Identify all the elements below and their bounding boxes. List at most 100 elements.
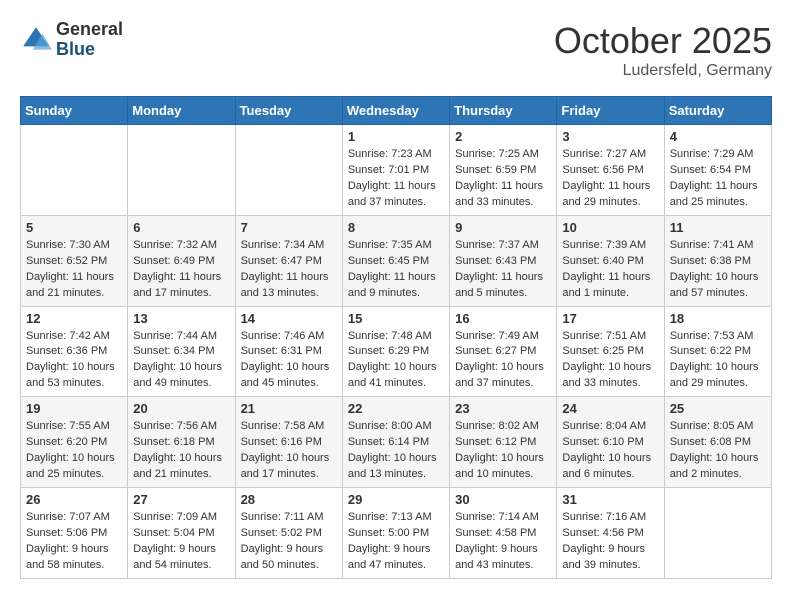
- calendar-cell: 13 Sunrise: 7:44 AM Sunset: 6:34 PM Dayli…: [128, 306, 235, 397]
- day-number: 14: [241, 311, 337, 326]
- calendar-week-row: 12 Sunrise: 7:42 AM Sunset: 6:36 PM Dayli…: [21, 306, 772, 397]
- day-info: Sunrise: 7:25 AM Sunset: 6:59 PM Dayligh…: [455, 147, 551, 211]
- day-number: 22: [348, 401, 444, 416]
- day-info: Sunrise: 7:11 AM Sunset: 5:02 PM Dayligh…: [241, 510, 337, 574]
- day-number: 6: [133, 220, 229, 235]
- day-info: Sunrise: 7:42 AM Sunset: 6:36 PM Dayligh…: [26, 329, 122, 393]
- day-info: Sunrise: 7:53 AM Sunset: 6:22 PM Dayligh…: [670, 329, 766, 393]
- day-info: Sunrise: 7:41 AM Sunset: 6:38 PM Dayligh…: [670, 238, 766, 302]
- day-number: 9: [455, 220, 551, 235]
- header-row: SundayMondayTuesdayWednesdayThursdayFrid…: [21, 97, 772, 125]
- day-number: 5: [26, 220, 122, 235]
- day-number: 24: [562, 401, 658, 416]
- month-title: October 2025: [554, 20, 772, 62]
- calendar-cell: [128, 125, 235, 216]
- calendar-cell: 17 Sunrise: 7:51 AM Sunset: 6:25 PM Dayli…: [557, 306, 664, 397]
- logo-icon: [20, 24, 52, 56]
- day-header: Wednesday: [342, 97, 449, 125]
- calendar-cell: 23 Sunrise: 8:02 AM Sunset: 6:12 PM Dayli…: [450, 397, 557, 488]
- calendar-cell: 6 Sunrise: 7:32 AM Sunset: 6:49 PM Daylig…: [128, 215, 235, 306]
- day-info: Sunrise: 7:14 AM Sunset: 4:58 PM Dayligh…: [455, 510, 551, 574]
- day-info: Sunrise: 7:32 AM Sunset: 6:49 PM Dayligh…: [133, 238, 229, 302]
- logo-general: General: [56, 20, 123, 40]
- day-header: Thursday: [450, 97, 557, 125]
- logo-blue: Blue: [56, 40, 123, 60]
- day-info: Sunrise: 8:04 AM Sunset: 6:10 PM Dayligh…: [562, 419, 658, 483]
- day-info: Sunrise: 7:48 AM Sunset: 6:29 PM Dayligh…: [348, 329, 444, 393]
- calendar-cell: 20Sunrise: 7:56 AM Sunset: 6:18 PM Dayli…: [128, 397, 235, 488]
- day-header: Friday: [557, 97, 664, 125]
- day-info: Sunrise: 7:29 AM Sunset: 6:54 PM Dayligh…: [670, 147, 766, 211]
- calendar-cell: 24 Sunrise: 8:04 AM Sunset: 6:10 PM Dayli…: [557, 397, 664, 488]
- day-number: 30: [455, 492, 551, 507]
- calendar-cell: 10Sunrise: 7:39 AM Sunset: 6:40 PM Dayli…: [557, 215, 664, 306]
- calendar-cell: 26Sunrise: 7:07 AM Sunset: 5:06 PM Dayli…: [21, 488, 128, 579]
- calendar-cell: 19 Sunrise: 7:55 AM Sunset: 6:20 PM Dayli…: [21, 397, 128, 488]
- logo: General Blue: [20, 20, 123, 60]
- calendar-week-row: 5 Sunrise: 7:30 AM Sunset: 6:52 PM Daylig…: [21, 215, 772, 306]
- calendar-cell: 4 Sunrise: 7:29 AM Sunset: 6:54 PM Daylig…: [664, 125, 771, 216]
- day-number: 23: [455, 401, 551, 416]
- day-header: Tuesday: [235, 97, 342, 125]
- calendar-cell: 7 Sunrise: 7:34 AM Sunset: 6:47 PM Daylig…: [235, 215, 342, 306]
- day-info: Sunrise: 7:30 AM Sunset: 6:52 PM Dayligh…: [26, 238, 122, 302]
- calendar-cell: 22 Sunrise: 8:00 AM Sunset: 6:14 PM Dayli…: [342, 397, 449, 488]
- day-number: 3: [562, 129, 658, 144]
- calendar-cell: 15 Sunrise: 7:48 AM Sunset: 6:29 PM Dayli…: [342, 306, 449, 397]
- day-info: Sunrise: 8:00 AM Sunset: 6:14 PM Dayligh…: [348, 419, 444, 483]
- calendar-cell: 21 Sunrise: 7:58 AM Sunset: 6:16 PM Dayli…: [235, 397, 342, 488]
- day-number: 16: [455, 311, 551, 326]
- calendar-cell: 18 Sunrise: 7:53 AM Sunset: 6:22 PM Dayli…: [664, 306, 771, 397]
- day-number: 15: [348, 311, 444, 326]
- day-info: Sunrise: 7:51 AM Sunset: 6:25 PM Dayligh…: [562, 329, 658, 393]
- day-info: Sunrise: 7:37 AM Sunset: 6:43 PM Dayligh…: [455, 238, 551, 302]
- day-info: Sunrise: 7:58 AM Sunset: 6:16 PM Dayligh…: [241, 419, 337, 483]
- day-number: 21: [241, 401, 337, 416]
- day-number: 12: [26, 311, 122, 326]
- calendar-week-row: 19 Sunrise: 7:55 AM Sunset: 6:20 PM Dayli…: [21, 397, 772, 488]
- day-info: Sunrise: 7:44 AM Sunset: 6:34 PM Dayligh…: [133, 329, 229, 393]
- day-number: 1: [348, 129, 444, 144]
- location: Ludersfeld, Germany: [554, 62, 772, 80]
- day-number: 13: [133, 311, 229, 326]
- day-header: Monday: [128, 97, 235, 125]
- day-header: Saturday: [664, 97, 771, 125]
- calendar-cell: 12 Sunrise: 7:42 AM Sunset: 6:36 PM Dayli…: [21, 306, 128, 397]
- day-info: Sunrise: 7:39 AM Sunset: 6:40 PM Dayligh…: [562, 238, 658, 302]
- day-number: 11: [670, 220, 766, 235]
- calendar-cell: 16 Sunrise: 7:49 AM Sunset: 6:27 PM Dayli…: [450, 306, 557, 397]
- day-number: 8: [348, 220, 444, 235]
- calendar-cell: 1Sunrise: 7:23 AM Sunset: 7:01 PM Daylig…: [342, 125, 449, 216]
- calendar-cell: 5 Sunrise: 7:30 AM Sunset: 6:52 PM Daylig…: [21, 215, 128, 306]
- day-number: 26: [26, 492, 122, 507]
- day-info: Sunrise: 7:09 AM Sunset: 5:04 PM Dayligh…: [133, 510, 229, 574]
- day-info: Sunrise: 8:05 AM Sunset: 6:08 PM Dayligh…: [670, 419, 766, 483]
- day-info: Sunrise: 7:55 AM Sunset: 6:20 PM Dayligh…: [26, 419, 122, 483]
- day-info: Sunrise: 7:16 AM Sunset: 4:56 PM Dayligh…: [562, 510, 658, 574]
- day-info: Sunrise: 7:46 AM Sunset: 6:31 PM Dayligh…: [241, 329, 337, 393]
- day-number: 29: [348, 492, 444, 507]
- day-number: 17: [562, 311, 658, 326]
- day-number: 28: [241, 492, 337, 507]
- day-number: 31: [562, 492, 658, 507]
- day-number: 2: [455, 129, 551, 144]
- day-number: 7: [241, 220, 337, 235]
- day-info: Sunrise: 7:56 AM Sunset: 6:18 PM Dayligh…: [133, 419, 229, 483]
- title-block: October 2025 Ludersfeld, Germany: [554, 20, 772, 80]
- day-number: 4: [670, 129, 766, 144]
- calendar-cell: [21, 125, 128, 216]
- day-number: 18: [670, 311, 766, 326]
- calendar-cell: 8Sunrise: 7:35 AM Sunset: 6:45 PM Daylig…: [342, 215, 449, 306]
- calendar-cell: 3Sunrise: 7:27 AM Sunset: 6:56 PM Daylig…: [557, 125, 664, 216]
- calendar-cell: 11 Sunrise: 7:41 AM Sunset: 6:38 PM Dayli…: [664, 215, 771, 306]
- day-info: Sunrise: 7:49 AM Sunset: 6:27 PM Dayligh…: [455, 329, 551, 393]
- calendar-cell: 29 Sunrise: 7:13 AM Sunset: 5:00 PM Dayli…: [342, 488, 449, 579]
- day-info: Sunrise: 8:02 AM Sunset: 6:12 PM Dayligh…: [455, 419, 551, 483]
- calendar-cell: 9 Sunrise: 7:37 AM Sunset: 6:43 PM Daylig…: [450, 215, 557, 306]
- calendar-cell: 25Sunrise: 8:05 AM Sunset: 6:08 PM Dayli…: [664, 397, 771, 488]
- day-number: 19: [26, 401, 122, 416]
- day-info: Sunrise: 7:13 AM Sunset: 5:00 PM Dayligh…: [348, 510, 444, 574]
- logo-text: General Blue: [56, 20, 123, 60]
- day-info: Sunrise: 7:34 AM Sunset: 6:47 PM Dayligh…: [241, 238, 337, 302]
- calendar-cell: [664, 488, 771, 579]
